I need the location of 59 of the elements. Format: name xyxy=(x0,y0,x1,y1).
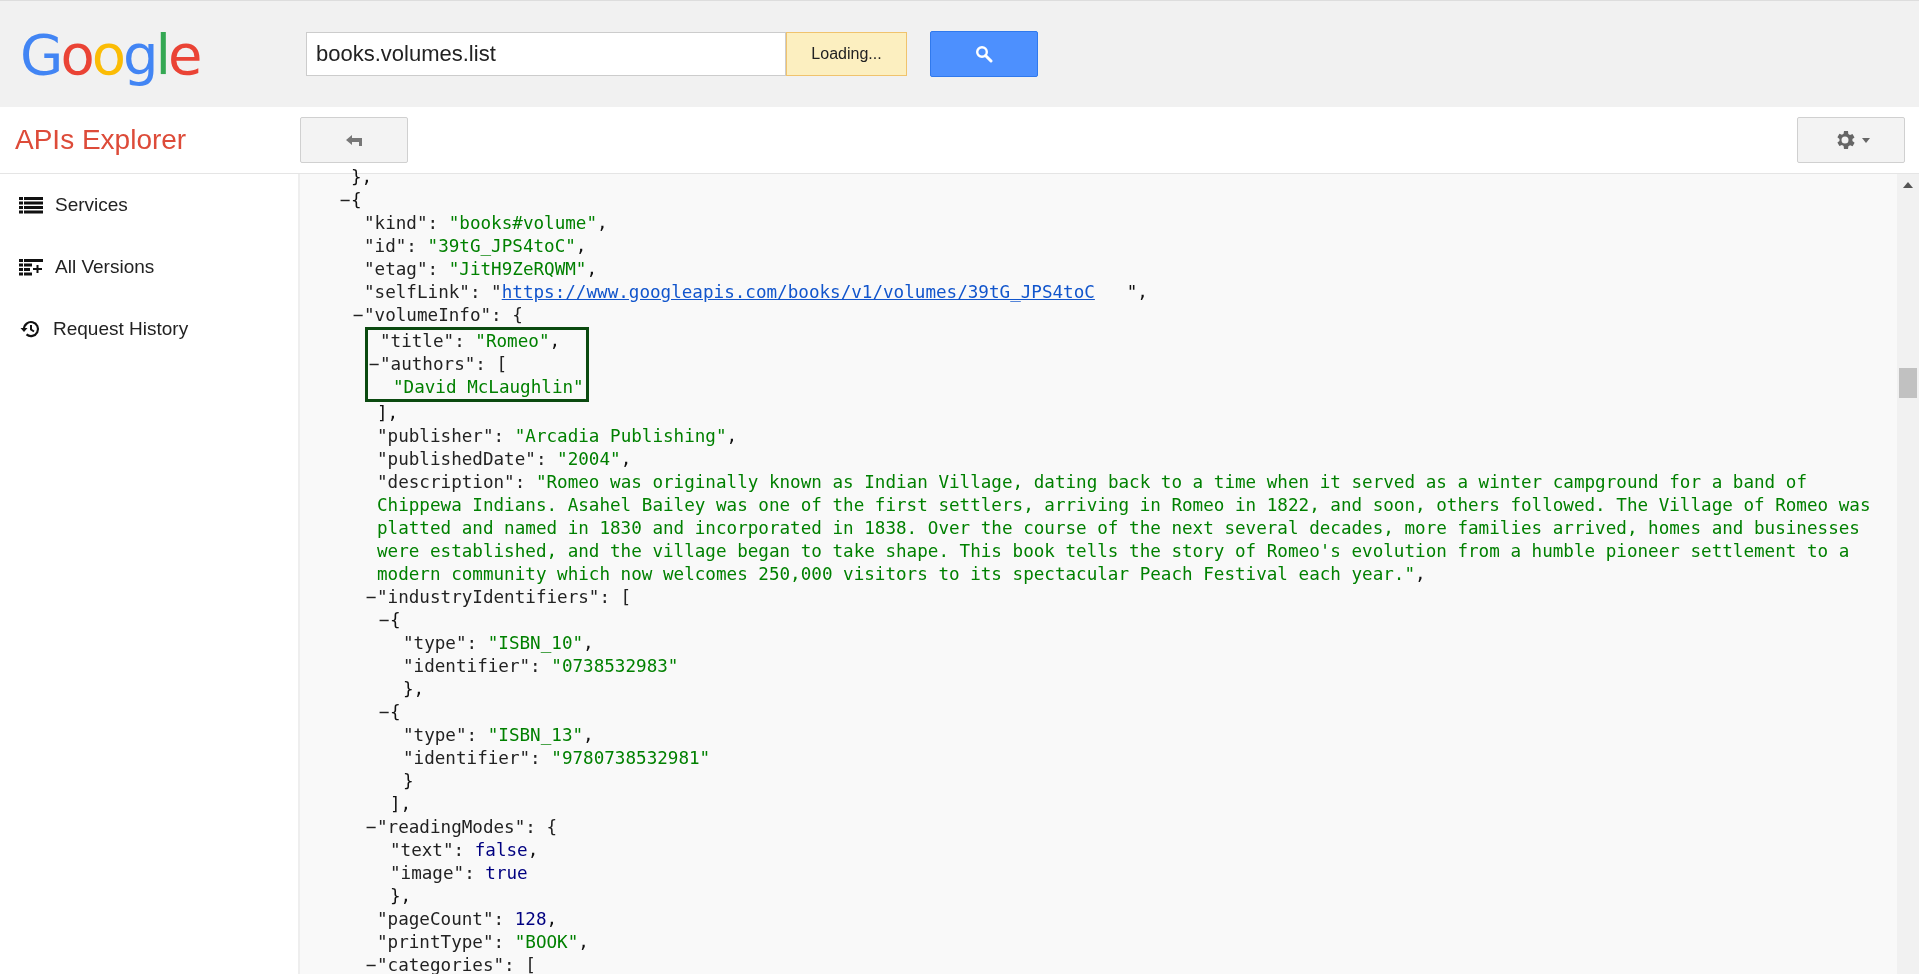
collapse-toggle[interactable]: − xyxy=(352,304,364,327)
code-line: "identifier": "9780738532981" xyxy=(403,748,711,768)
code-line: } xyxy=(403,771,414,791)
code-line: "categories": [ xyxy=(377,955,536,974)
google-logo: Google xyxy=(20,21,201,87)
app-title: APIs Explorer xyxy=(14,124,188,156)
loading-status: Loading... xyxy=(786,32,907,76)
code-line: "printType": "BOOK", xyxy=(377,932,589,952)
code-line: "id": "39tG_JPS4toC", xyxy=(364,236,587,256)
collapse-toggle[interactable]: − xyxy=(365,954,377,974)
code-line: "industryIdentifiers": [ xyxy=(377,587,632,607)
collapse-toggle[interactable]: − xyxy=(365,586,377,609)
back-button[interactable] xyxy=(300,117,408,163)
code-line: { xyxy=(390,702,401,722)
code-line: { xyxy=(351,190,362,210)
code-line: "selfLink": "https://www.googleapis.com/books/v1/volumes/39tG_JPS4toC ", xyxy=(364,282,1148,302)
sidebar-item[interactable]: Services xyxy=(19,192,128,218)
search-icon xyxy=(975,45,993,63)
code-line: }, xyxy=(403,679,425,699)
history-icon xyxy=(19,319,41,339)
scroll-up-icon xyxy=(1903,182,1913,188)
code-line: "publisher": "Arcadia Publishing", xyxy=(377,426,738,446)
collapse-toggle[interactable]: − xyxy=(339,189,351,212)
code-line: }, xyxy=(390,886,412,906)
code-line: "image": true xyxy=(390,863,528,883)
link[interactable]: https://www.googleapis.com/books/v1/volumes/39tG_JPS4toC xyxy=(501,282,1095,302)
list-icon xyxy=(19,196,43,214)
scrollbar[interactable] xyxy=(1897,174,1919,974)
code-line: { xyxy=(390,610,401,630)
scrollbar-thumb[interactable] xyxy=(1899,368,1917,398)
settings-button[interactable] xyxy=(1797,117,1905,163)
collapse-toggle[interactable]: − xyxy=(365,816,377,839)
sidebar-item[interactable]: All Versions xyxy=(19,254,155,280)
collapse-toggle[interactable]: − xyxy=(378,701,390,724)
code-line: "David McLaughlin" xyxy=(393,377,584,397)
code-line: "title": "Romeo", xyxy=(380,331,561,351)
search-field[interactable]: books.volumes.list xyxy=(306,32,786,76)
code-line: "text": false, xyxy=(390,840,539,860)
sidebar-item[interactable]: Request History xyxy=(19,316,189,342)
code-line: "identifier": "0738532983" xyxy=(403,656,679,676)
code-line: "readingModes": { xyxy=(377,817,558,837)
code-line: "description": "Romeo was originally known as Indian Village, dating back to a time when it served as a winter campground for a band of Chippewa Indians. Asahel Bailey was one of the first settlers, arriving in Romeo in 1822, and soon, others followed. The Village of Romeo was platted and named in 1830 and incorporated in 1838. Over the course of the next several decades, more families arrived, homes and businesses were established, and the village began to take shape. This book tells the story of Romeo's evolution from a humble pioneer settlement to a modern community which now welcomes 250,000 visitors to its spectacular Peach Festival each year.", xyxy=(377,472,1872,584)
code-line: "type": "ISBN_10", xyxy=(403,633,594,653)
code-line: "kind": "books#volume", xyxy=(364,213,608,233)
collapse-toggle[interactable]: − xyxy=(368,353,380,376)
code-line: "pageCount": 128, xyxy=(377,909,558,929)
code-line: }, xyxy=(351,167,373,187)
code-line: "type": "ISBN_13", xyxy=(403,725,594,745)
caret-icon xyxy=(1861,137,1870,143)
back-arrow-icon xyxy=(344,133,364,147)
code-line: ], xyxy=(390,794,412,814)
code-line: ], xyxy=(377,403,399,423)
code-line: "volumeInfo": { xyxy=(364,305,523,325)
table-icon xyxy=(19,258,43,276)
collapse-toggle[interactable]: − xyxy=(378,609,390,632)
code-line: "publishedDate": "2004", xyxy=(377,449,632,469)
code-line: "authors": [ xyxy=(380,354,508,374)
code-line: "etag": "JitH9ZeRQWM", xyxy=(364,259,598,279)
search-button[interactable] xyxy=(930,31,1038,77)
